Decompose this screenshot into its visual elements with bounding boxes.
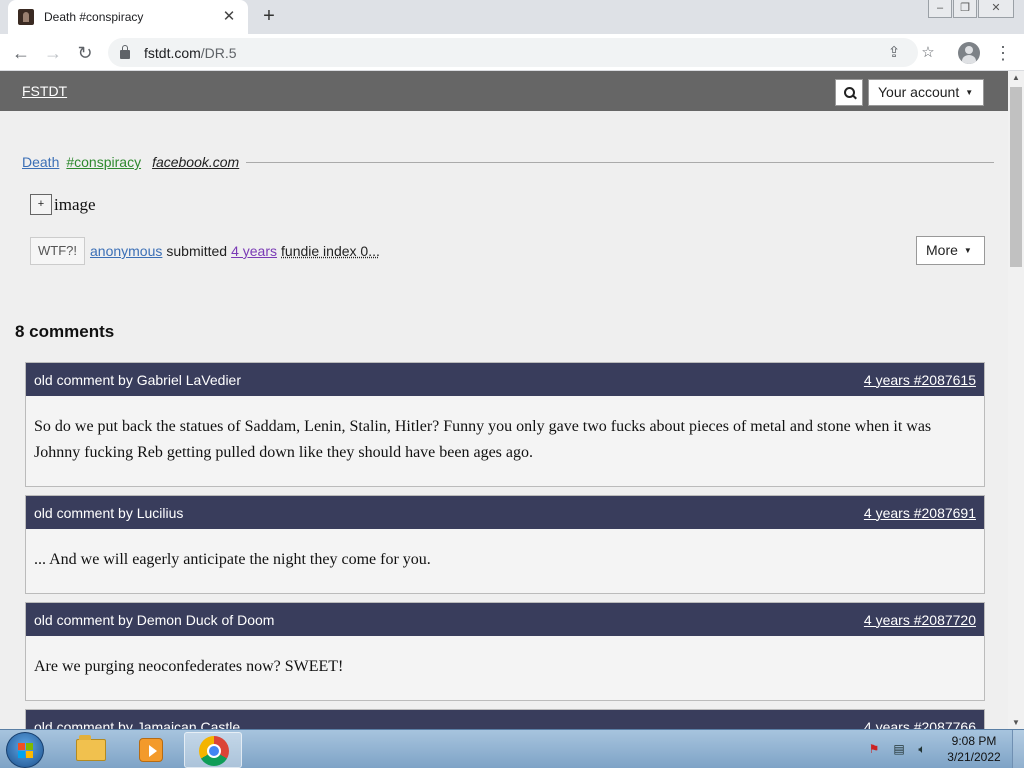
folder-icon — [76, 735, 106, 761]
fundie-index[interactable]: fundie index 0... — [281, 243, 380, 259]
site-favicon-icon — [18, 9, 34, 25]
more-label: More — [926, 242, 958, 258]
vertical-scrollbar[interactable]: ▲ ▼ — [1008, 71, 1024, 729]
address-bar[interactable]: fstdt.com/DR.5 ⇪ ☆ — [108, 38, 935, 67]
taskbar: ⚑ ▤ 🔈︎ 9:08 PM 3/21/2022 — [0, 729, 1024, 768]
hashtag-link[interactable]: #conspiracy — [66, 154, 141, 170]
url-text: fstdt.com/DR.5 — [144, 45, 237, 61]
comment-permalink[interactable]: 4 years #2087691 — [864, 505, 976, 521]
minimize-window-button[interactable]: – — [928, 0, 952, 18]
comment: old comment by Lucilius 4 years #2087691… — [25, 495, 985, 594]
restore-window-button[interactable]: ❐ — [953, 0, 977, 18]
comment-body: ... And we will eagerly anticipate the n… — [34, 551, 431, 568]
image-label: image — [54, 194, 96, 214]
share-icon[interactable]: ⇪ — [884, 43, 904, 63]
action-center-flag-icon[interactable]: ⚑ — [866, 742, 882, 756]
browser-tab[interactable]: Death #conspiracy ✕ — [8, 0, 248, 34]
post-tags: Death #conspiracy facebook.com — [22, 153, 994, 171]
tab-title: Death #conspiracy — [44, 10, 144, 24]
tab-strip: Death #conspiracy ✕ + – ❐ ✕ — [0, 0, 1024, 34]
arrow-right-icon[interactable]: → — [40, 40, 66, 66]
comment-header: old comment by Lucilius 4 years #2087691 — [26, 496, 984, 529]
scroll-up-icon[interactable]: ▲ — [1012, 73, 1020, 82]
comment: old comment by Jamaican Castle 4 years #… — [25, 709, 985, 729]
profile-icon[interactable] — [958, 42, 980, 64]
chrome-icon — [199, 736, 229, 766]
comment-body: Are we purging neoconfederates now? SWEE… — [34, 658, 344, 675]
system-clock[interactable]: 9:08 PM 3/21/2022 — [940, 733, 1008, 765]
star-icon[interactable]: ☆ — [918, 43, 938, 63]
kebab-menu-icon[interactable]: ⋮ — [994, 40, 1012, 66]
comment-body: So do we put back the statues of Saddam,… — [34, 418, 932, 461]
divider — [246, 161, 994, 163]
submitted-text: submitted — [166, 243, 228, 259]
source-link[interactable]: facebook.com — [152, 154, 239, 170]
more-dropdown-button[interactable]: More ▼ — [916, 236, 985, 265]
search-icon[interactable] — [835, 79, 863, 106]
url-path: /DR.5 — [200, 44, 237, 61]
arrow-left-icon[interactable]: ← — [8, 40, 34, 66]
comment-header: old comment by Jamaican Castle 4 years #… — [26, 710, 984, 729]
comment-author: old comment by Jamaican Castle — [34, 718, 241, 730]
comment: old comment by Gabriel LaVedier 4 years … — [25, 362, 985, 487]
comment-author: old comment by Demon Duck of Doom — [34, 611, 275, 628]
comment: old comment by Demon Duck of Doom 4 year… — [25, 602, 985, 701]
comment-header: old comment by Demon Duck of Doom 4 year… — [26, 603, 984, 636]
show-desktop-button[interactable] — [1012, 730, 1024, 768]
network-icon[interactable]: ▤ — [891, 742, 907, 756]
comment-author: old comment by Gabriel LaVedier — [34, 371, 241, 388]
new-tab-icon[interactable]: + — [258, 6, 280, 28]
image-toggle: + image — [30, 194, 96, 215]
scrollbar-thumb[interactable] — [1010, 87, 1022, 267]
post-time-link[interactable]: 4 years — [231, 243, 277, 259]
comment-author: old comment by Lucilius — [34, 504, 184, 521]
comment-list: old comment by Gabriel LaVedier 4 years … — [25, 362, 985, 729]
site-header: FSTDT Your account ▼ — [0, 71, 1008, 111]
taskbar-chrome[interactable] — [184, 732, 242, 768]
taskbar-media-player[interactable] — [122, 732, 180, 768]
site-logo-link[interactable]: FSTDT — [22, 83, 67, 99]
clock-time: 9:08 PM — [951, 734, 997, 748]
author-link[interactable]: anonymous — [90, 243, 162, 259]
url-host: fstdt.com — [144, 44, 201, 61]
start-button[interactable] — [6, 732, 44, 768]
post-meta: WTF?! anonymous submitted 4 years fundie… — [30, 237, 380, 265]
close-tab-icon[interactable]: ✕ — [220, 8, 238, 26]
comment-header: old comment by Gabriel LaVedier 4 years … — [26, 363, 984, 396]
clock-date: 3/21/2022 — [947, 750, 1001, 764]
caret-down-icon: ▼ — [965, 88, 974, 97]
windows-logo-icon — [18, 743, 34, 759]
wtf-vote-button[interactable]: WTF?! — [30, 237, 85, 265]
media-player-icon — [139, 738, 163, 762]
caret-down-icon: ▼ — [963, 246, 972, 255]
category-link[interactable]: Death — [22, 154, 59, 170]
comment-permalink[interactable]: 4 years #2087766 — [864, 719, 976, 730]
comment-permalink[interactable]: 4 years #2087720 — [864, 612, 976, 628]
scroll-down-icon[interactable]: ▼ — [1012, 718, 1020, 727]
lock-icon[interactable] — [120, 45, 130, 59]
volume-icon[interactable]: 🔈︎ — [914, 742, 930, 756]
account-dropdown-button[interactable]: Your account ▼ — [868, 79, 984, 106]
taskbar-file-explorer[interactable] — [62, 732, 120, 768]
close-window-button[interactable]: ✕ — [978, 0, 1014, 18]
comments-heading: 8 comments — [15, 322, 115, 341]
expand-image-button[interactable]: + — [30, 194, 52, 215]
account-label: Your account — [878, 84, 960, 100]
reload-icon[interactable]: ↻ — [72, 40, 98, 66]
browser-toolbar: ← → ↻ fstdt.com/DR.5 ⇪ ☆ ⋮ — [0, 34, 1024, 71]
comment-permalink[interactable]: 4 years #2087615 — [864, 372, 976, 388]
page-viewport: FSTDT Your account ▼ Death #conspiracy fa… — [0, 71, 1008, 729]
